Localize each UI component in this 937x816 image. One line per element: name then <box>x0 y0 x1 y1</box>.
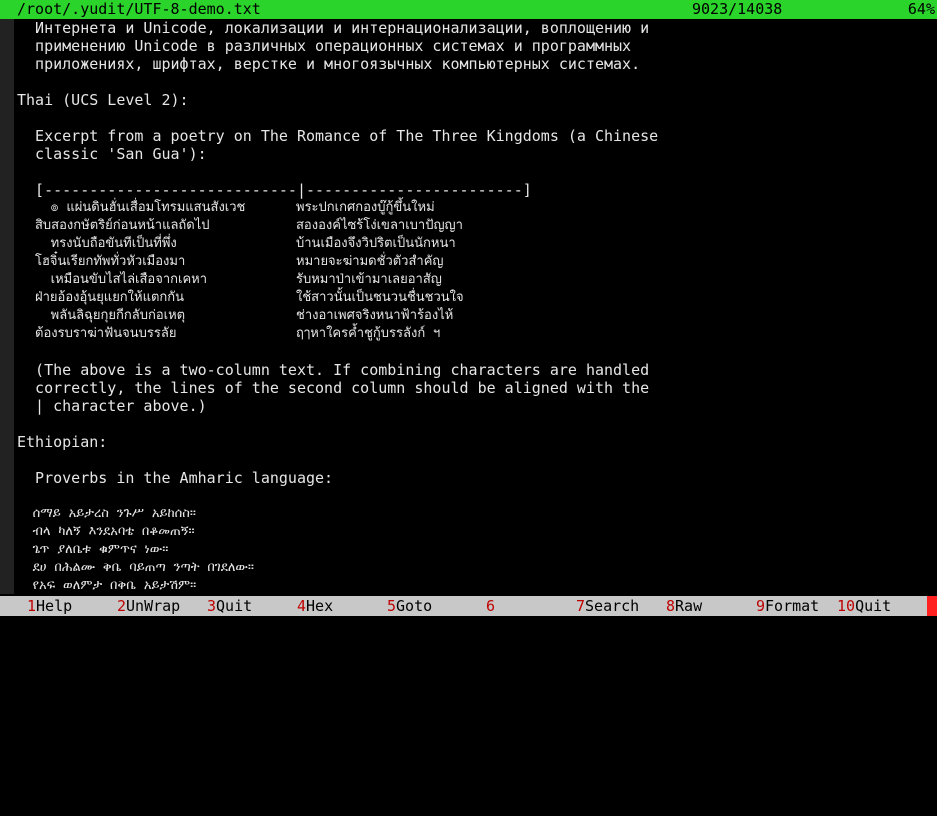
line-position: 9023/14038 <box>692 0 783 18</box>
cursor-block <box>927 596 937 616</box>
fkey-unwrap[interactable]: 2UnWrap <box>117 596 180 616</box>
amharic-line: ጌጥ ያለቤቱ ቁምጥና ነው። <box>17 542 169 557</box>
amharic-line: ብላ ካለኝ እንደአባቴ በቆመጠኝ። <box>17 524 195 539</box>
thai-col-left: ต้องรบราฆ่าฟันจนบรรลัย <box>35 326 177 341</box>
fkey-format[interactable]: 9Format <box>756 596 819 616</box>
section-heading-ethiopian: Ethiopian: <box>17 433 108 451</box>
thai-col-left: เหมือนขับไสไล่เสือจากเคหา <box>35 272 208 287</box>
text-line: применению Unicode в различных операцион… <box>17 37 632 55</box>
thai-row: ทรงนับถือขันทีเป็นที่พึ่ง บ้านเมืองจึงวิป… <box>17 235 935 253</box>
thai-col-right: ใช้สาวนั้นเป็นชนวนชื่นชวนใจ <box>296 290 464 305</box>
thai-col-left: โฮจิ๋นเรียกทัพทั่วหัวเมืองมา <box>35 254 186 269</box>
title-bar: /root/.yudit/UTF-8-demo.txt 9023/14038 6… <box>0 0 937 19</box>
fkey-goto[interactable]: 5Goto <box>387 596 432 616</box>
column-rule: [----------------------------|----------… <box>17 181 532 199</box>
text-line: (The above is a two-column text. If comb… <box>17 361 650 379</box>
thai-col-right: ฤๅหาใครค้ำชูกู้บรรลังก์ ฯ <box>296 326 441 341</box>
section-heading-thai: Thai (UCS Level 2): <box>17 91 189 109</box>
fkey-hex[interactable]: 4Hex <box>297 596 333 616</box>
thai-row: ต้องรบราฆ่าฟันจนบรรลัย ฤๅหาใครค้ำชูกู้บรร… <box>17 325 935 343</box>
thai-row: พลันลิฉุยกุยกีกลับก่อเหตุ ช่างอาเพศจริงหน… <box>17 307 935 325</box>
text-line: Интернета и Unicode, локализации и интер… <box>17 19 650 37</box>
scroll-percent: 64% <box>907 0 935 18</box>
amharic-line: ሰማይ አይታረስ ንጉሥ አይከሰስ። <box>17 506 196 521</box>
function-key-bar: 1Help 2UnWrap 3Quit 4Hex 5Goto 6 7Search… <box>0 596 937 616</box>
thai-row: ฝ่ายอ้องอุ้นยุแยกให้แตกกัน ใช้สาวนั้นเป็น… <box>17 289 935 307</box>
thai-col-right: หมายจะฆ่ามดชั่วตัวสำคัญ <box>296 254 444 269</box>
thai-col-left: ทรงนับถือขันทีเป็นที่พึ่ง <box>35 236 177 251</box>
thai-col-left: พลันลิฉุยกุยกีกลับก่อเหตุ <box>35 308 186 323</box>
text-line: приложениях, шрифтах, верстке и многоязы… <box>17 55 641 73</box>
fkey-help[interactable]: 1Help <box>27 596 72 616</box>
fkey-raw[interactable]: 8Raw <box>666 596 702 616</box>
left-gutter <box>0 19 14 594</box>
amharic-line: የአፍ ወለምታ በቅቤ አይታሽም። <box>17 578 197 593</box>
fkey-quit-10[interactable]: 10Quit <box>837 596 891 616</box>
file-path: /root/.yudit/UTF-8-demo.txt <box>17 0 261 18</box>
thai-row: โฮจิ๋นเรียกทัพทั่วหัวเมืองมา หมายจะฆ่ามดช… <box>17 253 935 271</box>
fkey-search[interactable]: 7Search <box>576 596 639 616</box>
thai-col-right: ช่างอาเพศจริงหนาฟ้าร้องไห้ <box>296 308 454 323</box>
thai-row: ๏ แผ่นดินฮั่นเสื่อมโทรมแสนสังเวช พระปกเกศ… <box>17 199 935 217</box>
amharic-line: ደሀ በሕልሙ ቅቤ ባይጠጣ ንጣት በገደለው። <box>17 560 254 575</box>
file-viewer[interactable]: Интернета и Unicode, локализации и интер… <box>17 19 935 594</box>
text-line: classic 'San Gua'): <box>17 145 207 163</box>
thai-col-right: บ้านเมืองจึงวิปริตเป็นนักหนา <box>296 236 456 251</box>
fkey-quit[interactable]: 3Quit <box>207 596 252 616</box>
thai-col-left: สิบสองกษัตริย์ก่อนหน้าแลถัดไป <box>35 218 210 233</box>
thai-col-right: พระปกเกศกองบู๊กู้ขึ้นใหม่ <box>296 200 435 215</box>
thai-row: สิบสองกษัตริย์ก่อนหน้าแลถัดไป สององค์ไซร้… <box>17 217 935 235</box>
thai-col-left: ฝ่ายอ้องอุ้นยุแยกให้แตกกัน <box>35 290 185 305</box>
thai-col-left: ๏ แผ่นดินฮั่นเสื่อมโทรมแสนสังเวช <box>35 200 246 215</box>
thai-col-right: สององค์ไซร้โง่เขลาเบาปัญญา <box>296 218 463 233</box>
fkey-6[interactable]: 6 <box>486 596 495 616</box>
text-line: correctly, the lines of the second colum… <box>17 379 650 397</box>
text-line: Excerpt from a poetry on The Romance of … <box>17 127 659 145</box>
text-line: Proverbs in the Amharic language: <box>17 469 334 487</box>
text-line: | character above.) <box>17 397 207 415</box>
thai-col-right: รับหมาป่าเข้ามาเลยอาสัญ <box>296 272 442 287</box>
thai-row: เหมือนขับไสไล่เสือจากเคหา รับหมาป่าเข้ามา… <box>17 271 935 289</box>
